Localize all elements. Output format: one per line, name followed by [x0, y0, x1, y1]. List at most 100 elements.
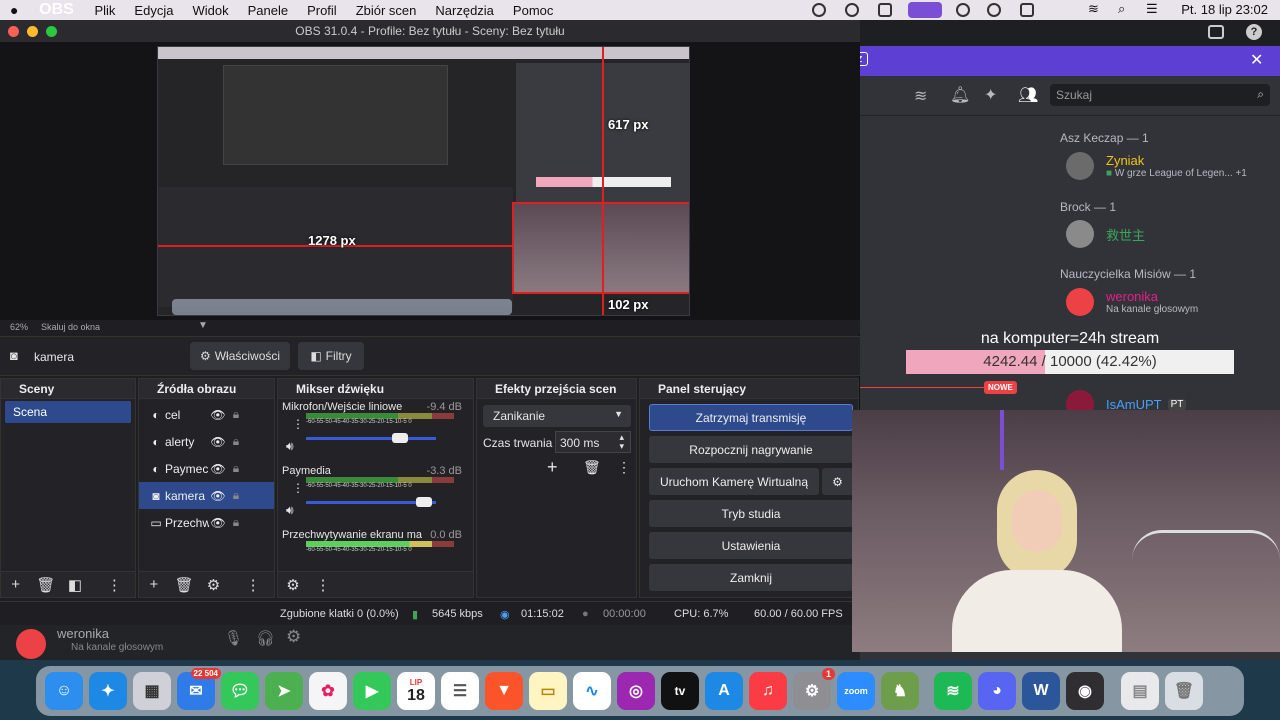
studio-mode-button[interactable]: Tryb studia: [649, 500, 853, 527]
app-store-icon[interactable]: A: [705, 672, 743, 710]
more-icon[interactable]: ⋮: [244, 576, 262, 594]
menu-item-edit[interactable]: Edycja: [134, 3, 173, 18]
volume-slider[interactable]: [306, 433, 436, 443]
word-icon[interactable]: W: [1022, 672, 1060, 710]
brave-icon[interactable]: ▼: [485, 672, 523, 710]
wifi-icon[interactable]: ≋: [1088, 1, 1099, 17]
trash-icon[interactable]: 🗑︎: [36, 576, 55, 594]
source-item[interactable]: ◐ alerty 👁︎ 🔒︎: [139, 428, 274, 455]
more-icon[interactable]: ⋮: [292, 481, 304, 495]
podcasts-icon[interactable]: ◎: [617, 672, 655, 710]
members-icon[interactable]: 👥︎: [1018, 85, 1038, 105]
stop-streaming-button[interactable]: Zatrzymaj transmisję: [649, 404, 853, 431]
scale-mode[interactable]: Skaluj do okna: [41, 322, 100, 332]
messages-icon[interactable]: 💬︎: [221, 672, 259, 710]
menu-item-help[interactable]: Pomoc: [513, 3, 553, 18]
safari-icon[interactable]: ✦: [89, 672, 127, 710]
calendar-icon[interactable]: LIP 18: [397, 672, 435, 710]
system-settings-icon[interactable]: ⚙ 1: [793, 668, 835, 710]
close-window-button[interactable]: [8, 26, 19, 37]
status-battery-icon[interactable]: [1020, 3, 1034, 17]
mixer-settings-icon[interactable]: ⚙: [284, 576, 302, 594]
settings-button[interactable]: Ustawienia: [649, 532, 853, 559]
member-item[interactable]: Zyniak ■ W grze League of Legen... +1: [1066, 152, 1247, 180]
start-virtual-camera-button[interactable]: Uruchom Kamerę Wirtualną: [649, 468, 819, 495]
maps-icon[interactable]: ➤: [265, 672, 303, 710]
menu-item-docks[interactable]: Panele: [248, 3, 288, 18]
speaker-icon[interactable]: 🔊︎: [286, 439, 294, 454]
stepper-icon[interactable]: ▴ ▾: [619, 433, 624, 451]
control-center-icon[interactable]: ☰: [1146, 1, 1158, 17]
trash-icon[interactable]: 🗑︎: [583, 459, 601, 476]
reminders-icon[interactable]: ☰: [441, 672, 479, 710]
scene-item[interactable]: Scena: [5, 401, 131, 423]
more-icon[interactable]: ⋮: [292, 417, 304, 431]
apple-tv-icon[interactable]: tv: [661, 672, 699, 710]
filters-button[interactable]: ◧ Filtry: [298, 342, 364, 370]
add-icon[interactable]: +: [7, 576, 24, 593]
virtual-camera-settings-button[interactable]: ⚙: [822, 468, 853, 495]
notes-icon[interactable]: ▭: [529, 672, 567, 710]
eye-icon[interactable]: 👁︎: [209, 489, 227, 503]
spotlight-search-icon[interactable]: ⌕: [1118, 1, 1125, 17]
mail-icon[interactable]: ✉ 22 504: [177, 668, 221, 710]
facetime-icon[interactable]: ▶: [353, 672, 391, 710]
trash-icon[interactable]: 🗑︎: [175, 576, 194, 594]
lock-icon[interactable]: 🔒︎: [227, 515, 245, 530]
lock-icon[interactable]: 🔒︎: [227, 407, 245, 422]
properties-button[interactable]: ⚙ Właściwości: [190, 342, 290, 370]
threads-icon[interactable]: ≋: [914, 86, 927, 106]
obs-icon[interactable]: ◉: [1066, 672, 1104, 710]
bell-icon[interactable]: 🔔︎: [950, 85, 970, 105]
status-camera-icon[interactable]: [878, 3, 892, 17]
add-icon[interactable]: +: [145, 576, 163, 593]
source-item[interactable]: ◐ cel 👁︎ 🔒︎: [139, 401, 274, 428]
gear-icon[interactable]: ⚙: [286, 627, 301, 647]
freeform-icon[interactable]: ∿: [573, 672, 611, 710]
member-item[interactable]: weronika Na kanale głosowym: [1066, 288, 1198, 316]
source-item[interactable]: ▭ Przechw 👁︎ 🔒︎: [139, 509, 274, 536]
trash-bin-icon[interactable]: 🗑︎: [1165, 672, 1203, 710]
discord-icon[interactable]: ◕: [978, 672, 1016, 710]
camera-source-bounding-box[interactable]: [512, 202, 689, 294]
more-icon[interactable]: ⋮: [314, 576, 332, 594]
status-screen-share-icon[interactable]: [908, 2, 942, 18]
lock-icon[interactable]: 🔒︎: [227, 434, 245, 449]
help-icon[interactable]: ?: [1246, 24, 1262, 40]
menu-item-file[interactable]: Plik: [94, 3, 115, 18]
eye-icon[interactable]: 👁︎: [209, 462, 227, 476]
inbox-icon[interactable]: [1208, 25, 1224, 39]
volume-slider[interactable]: [306, 497, 436, 507]
discord-search-input[interactable]: Szukaj ⌕: [1050, 84, 1270, 106]
chess-icon[interactable]: ♞: [881, 672, 919, 710]
preview-canvas[interactable]: 617 px 1278 px 102 px: [157, 46, 690, 316]
add-icon[interactable]: +: [547, 457, 558, 478]
start-recording-button[interactable]: Rozpocznij nagrywanie: [649, 436, 853, 463]
apple-menu-icon[interactable]: ●: [10, 2, 18, 18]
menu-item-scene-collection[interactable]: Zbiór scen: [356, 3, 417, 18]
source-item[interactable]: ◙ kamera 👁︎ 🔒︎: [139, 482, 274, 509]
close-icon[interactable]: ✕: [1250, 50, 1263, 70]
headphones-icon[interactable]: 🎧︎: [256, 629, 275, 647]
speaker-icon[interactable]: 🔊︎: [286, 503, 294, 518]
scene-filter-icon[interactable]: ◧: [66, 576, 83, 594]
minimize-window-button[interactable]: [27, 26, 38, 37]
status-obs-icon[interactable]: [812, 3, 826, 17]
zoom-level[interactable]: 62%: [10, 322, 28, 332]
zoom-window-button[interactable]: [46, 26, 57, 37]
lock-icon[interactable]: 🔒︎: [227, 461, 245, 476]
finder-icon[interactable]: ☺: [45, 672, 83, 710]
eye-icon[interactable]: 👁︎: [209, 516, 227, 530]
pin-icon[interactable]: ✦: [984, 85, 997, 105]
spotify-icon[interactable]: ≋: [934, 672, 972, 710]
launchpad-icon[interactable]: ▦: [133, 672, 171, 710]
member-item[interactable]: 救世主: [1066, 220, 1145, 248]
status-headphones-icon[interactable]: [956, 3, 970, 17]
menu-item-tools[interactable]: Narzędzia: [435, 3, 494, 18]
menubar-clock[interactable]: Pt. 18 lip 23:02: [1181, 2, 1268, 17]
eye-icon[interactable]: 👁︎: [209, 435, 227, 449]
more-icon[interactable]: ⋮: [106, 576, 123, 594]
music-icon[interactable]: ♫: [749, 672, 787, 710]
duration-input[interactable]: 300 ms ▴ ▾: [555, 431, 631, 453]
more-icon[interactable]: ⋮: [617, 459, 631, 476]
